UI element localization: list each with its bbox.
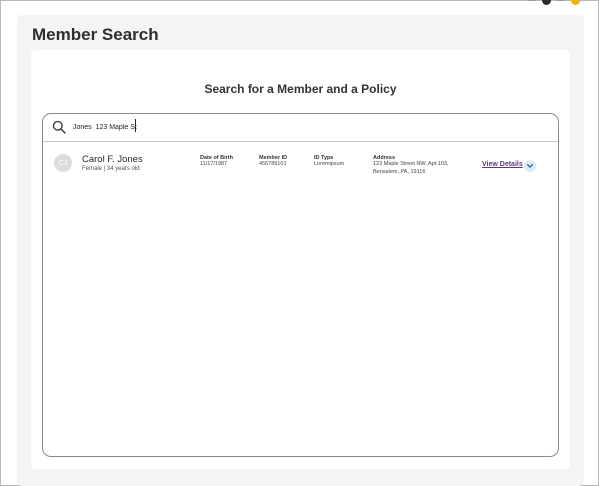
member-id-field: Member ID 456789101 (259, 155, 287, 169)
expand-button[interactable] (524, 160, 536, 172)
id-type-field: ID Type Loremipsum (314, 155, 344, 169)
search-results-box: CJ Carol F. Jones Female | 34 years old … (42, 113, 559, 457)
top-divider (557, 0, 565, 1)
page-title: Member Search (32, 25, 159, 44)
address-line-2: Bensalem, PA, 19116 (373, 168, 426, 175)
top-divider (528, 0, 536, 1)
search-card: Search for a Member and a Policy CJ Caro… (31, 50, 570, 469)
dob-field: Date of Birth 11/17/1987 (200, 155, 233, 169)
search-icon[interactable] (52, 120, 66, 134)
chevron-down-icon (527, 164, 533, 168)
dob-value: 11/17/1987 (200, 161, 228, 167)
top-status-strip (528, 0, 580, 5)
member-id-value: 456789101 (259, 161, 287, 167)
user-avatar-icon[interactable] (542, 0, 551, 5)
member-demographics: Female | 34 years old (82, 166, 140, 172)
notification-icon[interactable] (571, 0, 580, 5)
main-panel: Member Search Search for a Member and a … (17, 15, 584, 486)
address-line-1: 123 Maple Street NW, Apt 103, (373, 161, 449, 167)
address-field: Address 123 Maple Street NW, Apt 103, Be… (373, 155, 449, 176)
view-details-link[interactable]: View Details (482, 161, 523, 168)
avatar: CJ (54, 154, 72, 172)
app-frame: Member Search Search for a Member and a … (0, 0, 599, 486)
card-heading: Search for a Member and a Policy (204, 82, 397, 96)
search-input[interactable] (73, 119, 373, 135)
search-bar (43, 114, 558, 142)
id-type-value: Loremipsum (314, 161, 345, 167)
result-row[interactable]: CJ Carol F. Jones Female | 34 years old … (43, 152, 558, 184)
text-cursor (135, 119, 136, 132)
member-name: Carol F. Jones (82, 154, 143, 165)
